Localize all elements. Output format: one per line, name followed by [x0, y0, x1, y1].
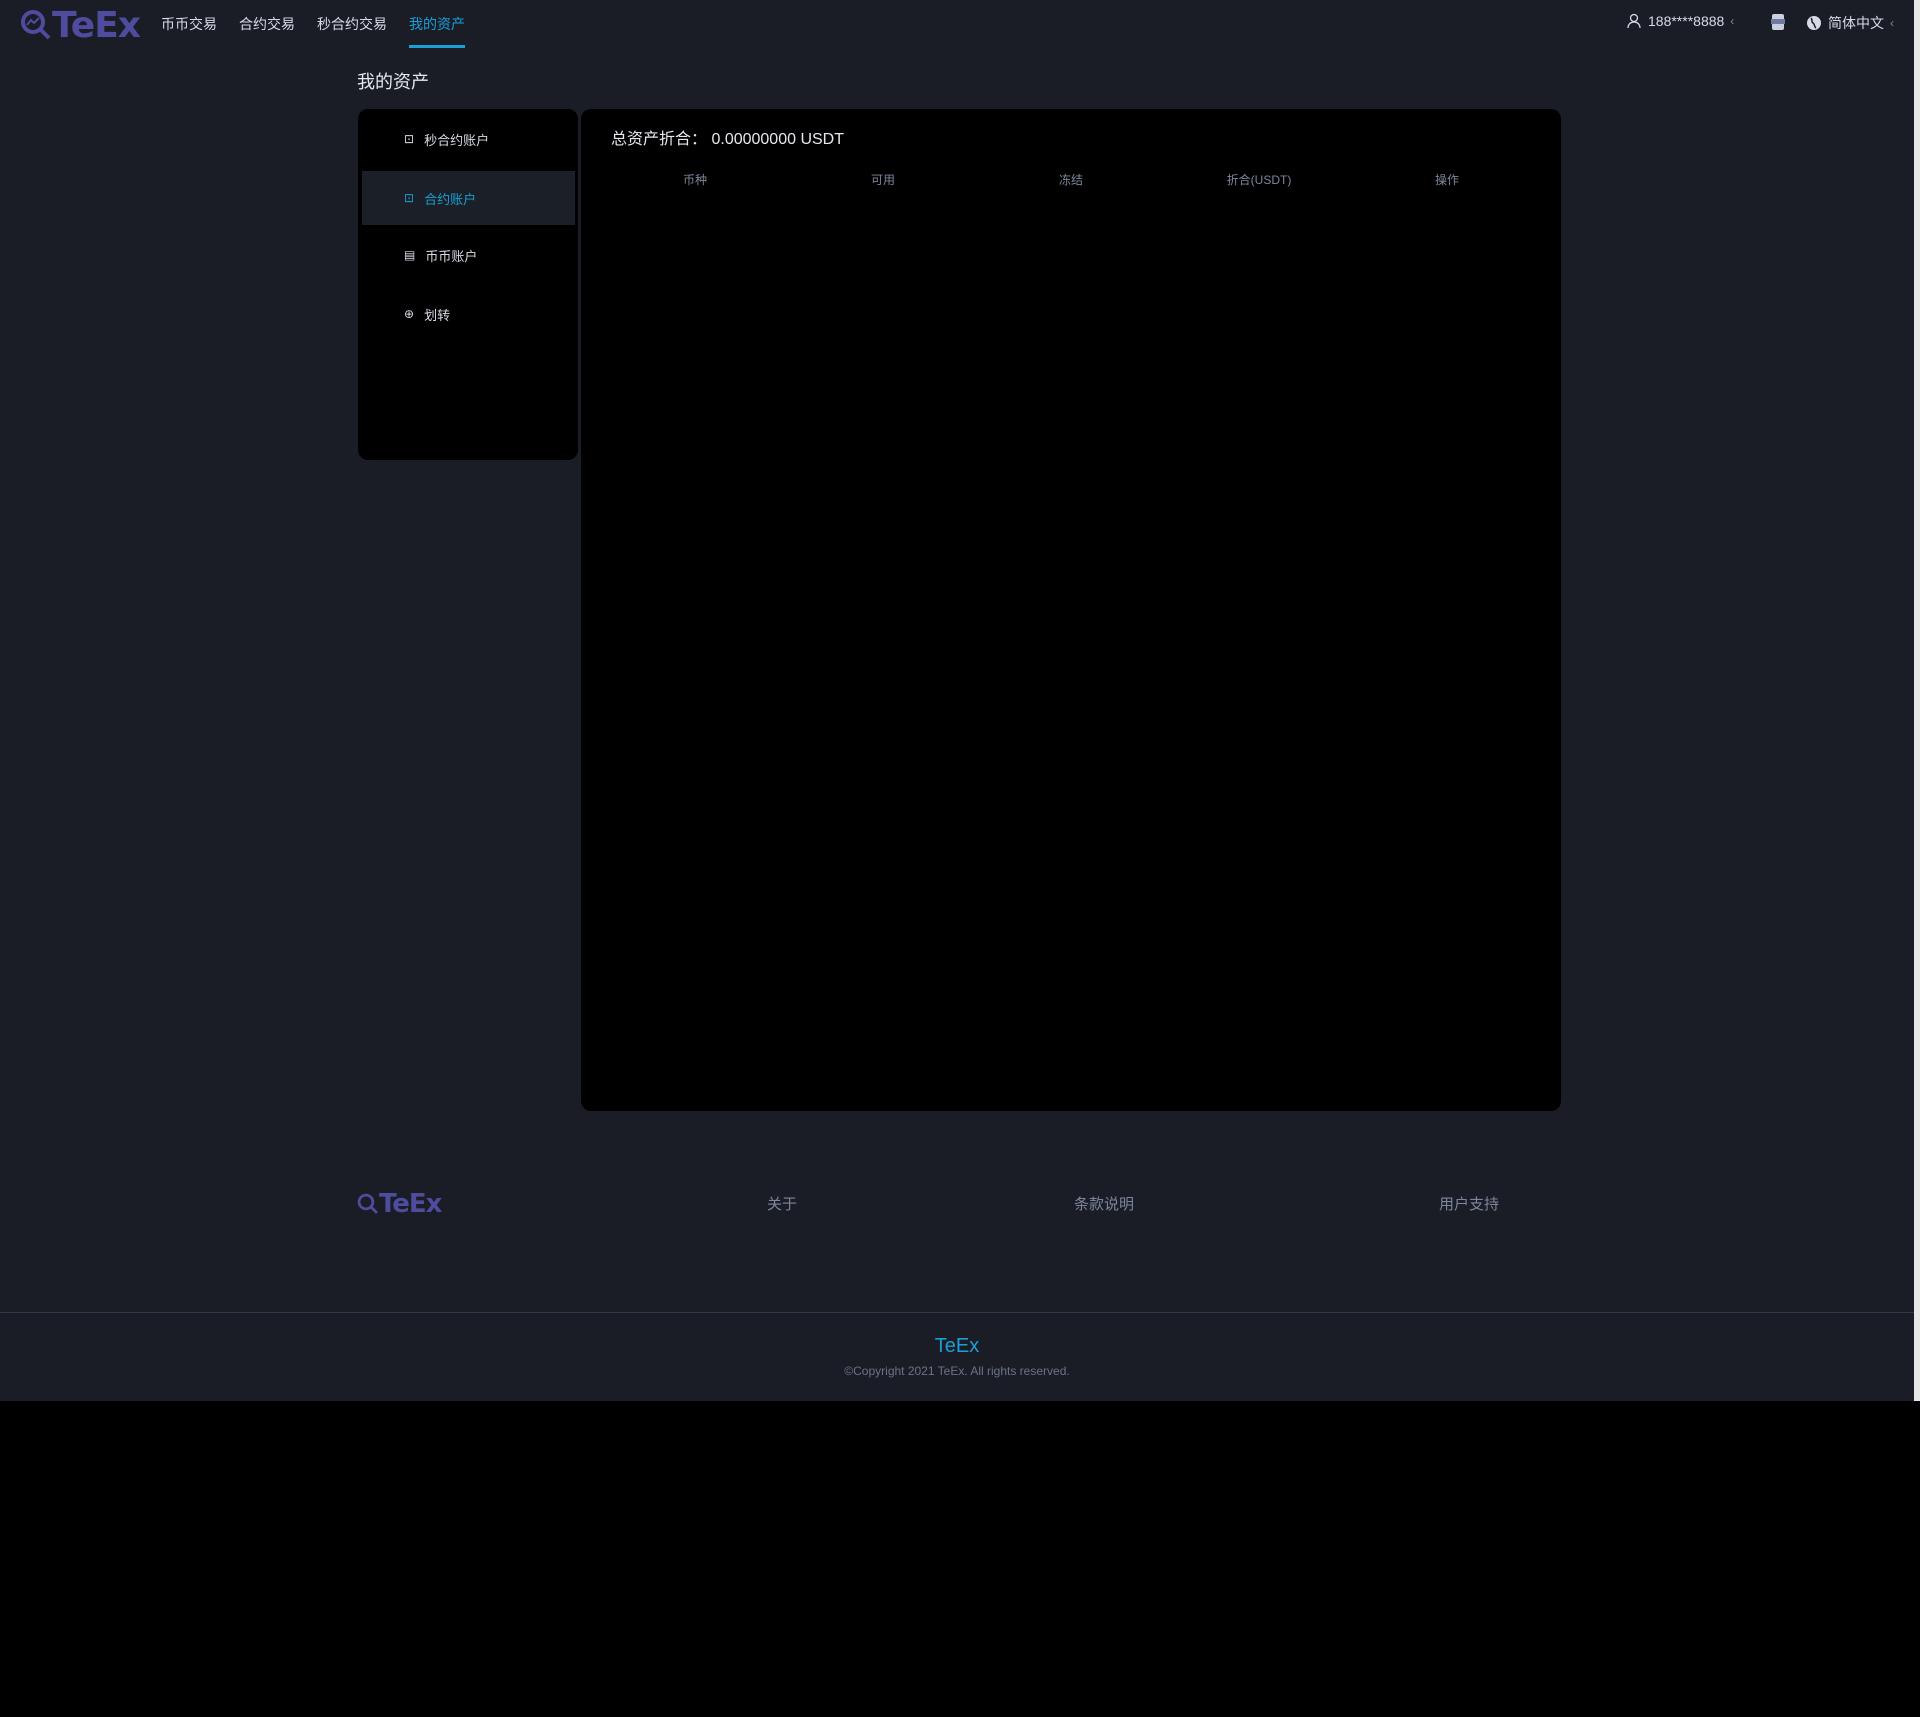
sidebar-item-label: 币币账户 [425, 248, 478, 264]
col-available: 可用 [870, 173, 895, 187]
magnifier-chart-icon [357, 1193, 378, 1214]
nav-contract-trading[interactable]: 合约交易 [239, 14, 295, 48]
chevron-left-icon: ‹ [1890, 16, 1894, 30]
sidebar-item-label: 合约账户 [424, 191, 477, 207]
sidebar: ⊡ 秒合约账户 ⊡ 合约账户 ▤ 币币账户 ⊕ 划转 [358, 109, 578, 460]
nav-second-contract[interactable]: 秒合约交易 [317, 14, 387, 48]
sidebar-item-transfer[interactable]: ⊕ 划转 [362, 287, 575, 341]
sidebar-item-label: 秒合约账户 [424, 132, 490, 148]
total-assets: 总资产折合： 0.00000000 USDT [611, 125, 844, 149]
magnifier-chart-icon [21, 10, 51, 40]
contract-icon: ⊡ [404, 191, 415, 205]
language-selector[interactable]: 简体中文 ‹ [1806, 13, 1894, 33]
chevron-left-icon: ‹ [1730, 14, 1735, 28]
assets-panel: 总资产折合： 0.00000000 USDT 币种 可用 冻结 折合(USDT)… [581, 109, 1561, 1111]
footer-brand: TeEx [934, 1335, 980, 1357]
scrollbar[interactable] [1914, 0, 1920, 1401]
contract-icon: ⊡ [404, 132, 415, 146]
page-title: 我的资产 [357, 72, 429, 92]
page: TeEx 币币交易 合约交易 秒合约交易 我的资产 188****8888 ‹ … [0, 0, 1914, 1401]
footer-logo[interactable]: TeEx [357, 1189, 442, 1219]
footer-link-terms[interactable]: 条款说明 [1074, 1193, 1134, 1214]
app-download-button[interactable] [1769, 13, 1787, 31]
sidebar-item-label: 划转 [424, 307, 451, 323]
logo[interactable]: TeEx [20, 4, 141, 46]
sidebar-item-second-contract[interactable]: ⊡ 秒合约账户 [362, 112, 575, 166]
footer-divider [0, 1312, 1914, 1313]
footer-link-support[interactable]: 用户支持 [1439, 1193, 1499, 1214]
transfer-icon: ⊕ [404, 307, 415, 321]
language-label: 简体中文 [1828, 15, 1884, 31]
col-usdt-value: 折合(USDT) [1226, 173, 1292, 187]
user-phone: 188****8888 [1648, 13, 1725, 29]
footer-link-about[interactable]: 关于 [767, 1193, 797, 1214]
nav-my-assets[interactable]: 我的资产 [409, 14, 465, 48]
nav-spot-trading[interactable]: 币币交易 [161, 14, 217, 48]
sidebar-item-contract[interactable]: ⊡ 合约账户 [362, 171, 575, 225]
col-action: 操作 [1434, 173, 1459, 187]
coins-icon: ▤ [404, 248, 416, 262]
sidebar-item-spot[interactable]: ▤ 币币账户 [362, 228, 575, 282]
copyright: ©Copyright 2021 TeEx. All rights reserve… [844, 1364, 1070, 1378]
user-menu[interactable]: 188****8888 ‹ [1626, 13, 1734, 29]
table-header: 币种 可用 冻结 折合(USDT) 操作 [601, 171, 1541, 188]
logo-text: TeEx [52, 4, 141, 46]
col-frozen: 冻结 [1058, 173, 1083, 187]
top-nav: TeEx 币币交易 合约交易 秒合约交易 我的资产 188****8888 ‹ … [0, 0, 1914, 50]
app-icon [1771, 14, 1785, 30]
globe-icon [1807, 16, 1821, 30]
user-icon [1627, 13, 1641, 29]
logo-text: TeEx [379, 1189, 442, 1219]
col-currency: 币种 [682, 173, 707, 187]
total-value: 0.00000000 USDT [711, 131, 844, 148]
total-label: 总资产折合： [611, 131, 708, 148]
